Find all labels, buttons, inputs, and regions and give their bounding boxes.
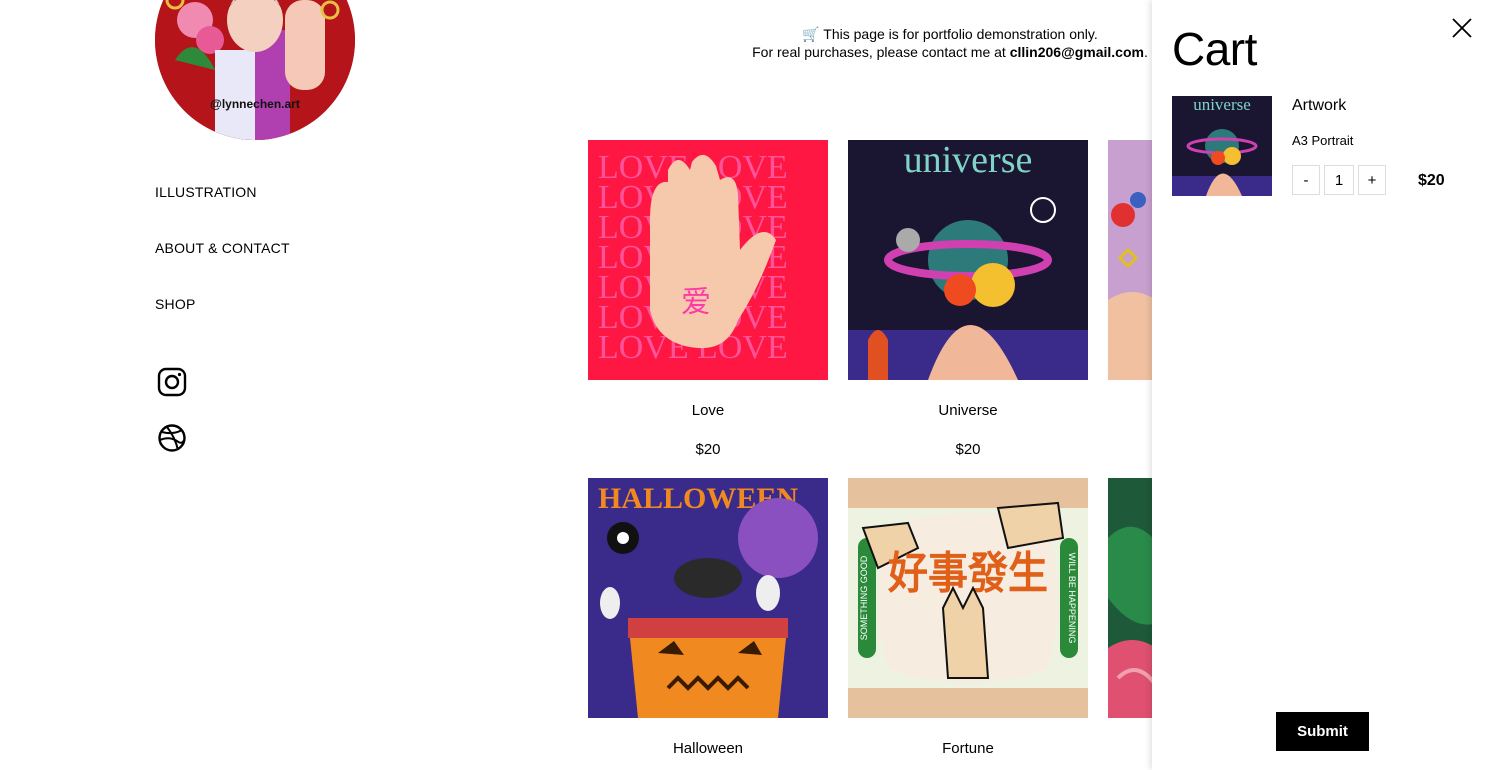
product-name[interactable]: Fortune bbox=[848, 740, 1088, 758]
artwork-fortune[interactable]: SOMETHING GOOD WILL BE HAPPENING 好事發生 bbox=[848, 478, 1088, 718]
product-card-universe[interactable]: universe Universe $20 bbox=[848, 140, 1088, 459]
cart-item-thumbnail[interactable]: universe bbox=[1172, 96, 1272, 196]
notice-period: . bbox=[1143, 44, 1148, 60]
dribbble-icon[interactable] bbox=[157, 423, 187, 453]
nav-about-contact[interactable]: ABOUT & CONTACT bbox=[155, 240, 290, 296]
notice-text: For real purchases, please contact me at bbox=[752, 44, 1010, 60]
product-name[interactable]: Love bbox=[588, 402, 828, 420]
artwork-love[interactable]: LOVE LOVE LOVE LOVE LOVE LOVE LOVE LOVE … bbox=[588, 140, 828, 380]
notice-line-2: For real purchases, please contact me at… bbox=[700, 43, 1200, 61]
quantity-decrease-button[interactable]: - bbox=[1292, 165, 1320, 195]
avatar-handle: @lynnechen.art bbox=[210, 97, 300, 111]
fortune-side-right: WILL BE HAPPENING bbox=[1067, 553, 1077, 644]
demo-notice: 🛒 This page is for portfolio demonstrati… bbox=[700, 25, 1200, 61]
cart-item-name: Artwork bbox=[1292, 97, 1347, 114]
fortune-side-left: SOMETHING GOOD bbox=[859, 555, 869, 640]
cart-drawer: Cart universe Artwork A3 Portrait - 1 + … bbox=[1152, 0, 1492, 770]
quantity-increase-button[interactable]: + bbox=[1358, 165, 1386, 195]
thumb-title: universe bbox=[1193, 96, 1251, 114]
close-icon[interactable] bbox=[1450, 16, 1474, 40]
instagram-icon[interactable] bbox=[157, 367, 187, 397]
love-glyph: 爱 bbox=[681, 286, 711, 319]
nav-illustration[interactable]: ILLUSTRATION bbox=[155, 184, 290, 240]
fortune-glyph: 好事發生 bbox=[887, 549, 1048, 598]
universe-title: universe bbox=[904, 140, 1033, 181]
main-nav: ILLUSTRATION ABOUT & CONTACT SHOP bbox=[155, 184, 290, 352]
cart-item-variant: A3 Portrait bbox=[1292, 133, 1354, 148]
cart-item-price: $20 bbox=[1418, 172, 1445, 189]
product-name[interactable]: Universe bbox=[848, 402, 1088, 420]
product-price: $20 bbox=[955, 441, 981, 458]
product-card-halloween[interactable]: HALLOWEEN Halloween bbox=[588, 478, 828, 758]
nav-shop[interactable]: SHOP bbox=[155, 296, 290, 352]
artwork-universe[interactable]: universe bbox=[848, 140, 1088, 380]
avatar[interactable]: @lynnechen.art bbox=[155, 0, 355, 140]
submit-button[interactable]: Submit bbox=[1276, 712, 1369, 751]
quantity-field[interactable]: 1 bbox=[1324, 165, 1354, 195]
product-price: $20 bbox=[695, 441, 721, 458]
product-card-love[interactable]: LOVE LOVE LOVE LOVE LOVE LOVE LOVE LOVE … bbox=[588, 140, 828, 459]
artwork-halloween[interactable]: HALLOWEEN bbox=[588, 478, 828, 718]
cart-title: Cart bbox=[1172, 23, 1257, 75]
product-name[interactable]: Halloween bbox=[588, 740, 828, 758]
contact-email[interactable]: cllin206@gmail.com bbox=[1010, 44, 1144, 60]
notice-line-1: 🛒 This page is for portfolio demonstrati… bbox=[802, 26, 1098, 42]
product-card-fortune[interactable]: SOMETHING GOOD WILL BE HAPPENING 好事發生 Fo… bbox=[848, 478, 1088, 758]
